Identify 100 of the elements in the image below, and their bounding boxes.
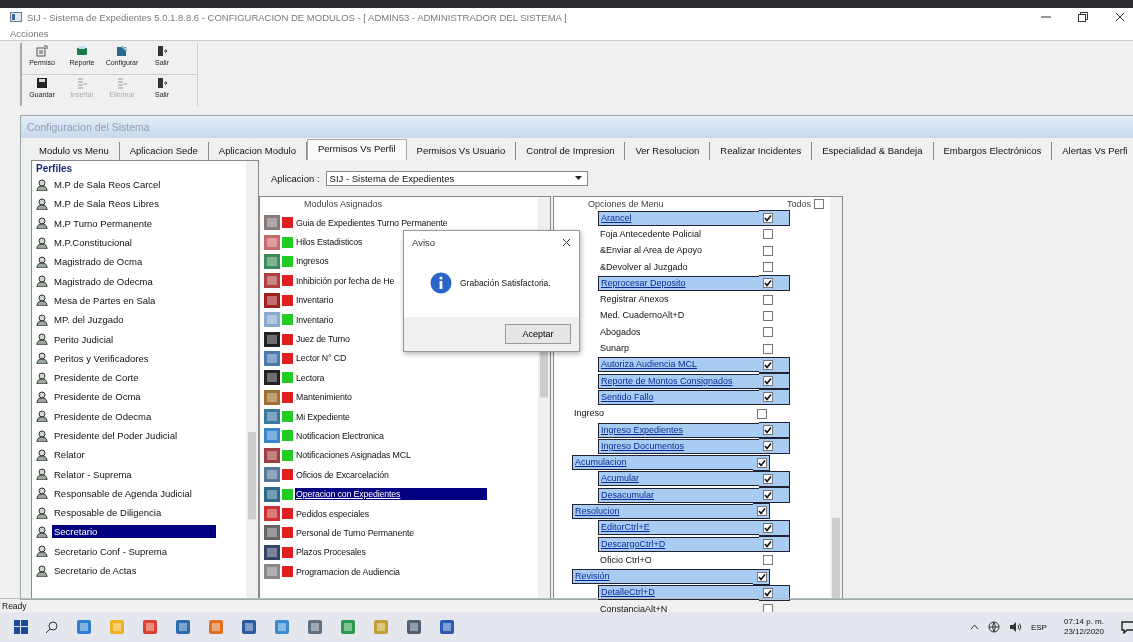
menu-option[interactable]: Sunarp (598, 342, 759, 355)
checkbox[interactable] (757, 457, 767, 468)
module-item[interactable]: Pedidos especiales (295, 507, 371, 520)
checkbox[interactable] (763, 539, 773, 550)
module-item[interactable]: Ingresos (295, 255, 330, 268)
profile-item[interactable]: Secretario (52, 525, 216, 539)
language-indicator[interactable]: ESP (1030, 622, 1047, 632)
notification-icon[interactable] (1121, 620, 1133, 634)
profile-item[interactable]: Perito Judicial (52, 332, 116, 346)
module-item[interactable]: Operacion con Expedientes (295, 488, 487, 501)
menu-option[interactable]: Reprocesar Deposito (598, 275, 759, 291)
app-icon[interactable] (406, 619, 422, 635)
menu-option[interactable]: EditorCtrl+E (598, 520, 759, 536)
module-item[interactable]: Notificacion Electronica (295, 430, 385, 442)
checkbox[interactable] (763, 294, 773, 305)
accept-button[interactable]: Aceptar (505, 324, 571, 344)
module-item[interactable]: Inventario (295, 313, 335, 326)
profile-item[interactable]: Presidente de Ocma (52, 390, 143, 404)
tab[interactable]: Control de Impresion (516, 142, 626, 160)
menu-option[interactable]: Registrar Anexos (598, 293, 759, 307)
profile-item[interactable]: Peritos y Verificadores (52, 351, 151, 365)
module-item[interactable]: Inventario (295, 294, 335, 307)
menu-option[interactable]: Acumulacion (572, 455, 753, 471)
profile-item[interactable]: Presidente de Odecma (52, 409, 154, 423)
menu-option[interactable]: Ingreso Documentos (598, 438, 759, 454)
menu-option[interactable]: DescargoCtrl+D (598, 536, 759, 552)
menu-option[interactable]: Ingreso Expedientes (598, 422, 759, 438)
profile-item[interactable]: Relator (52, 448, 87, 462)
application-dropdown[interactable]: SIJ - Sistema de Expedientes (325, 170, 588, 186)
module-item[interactable]: Lectora (295, 371, 326, 384)
checkbox[interactable] (763, 490, 773, 501)
module-item[interactable]: Guia de Expedientes Turno Permanente (295, 216, 449, 229)
checkbox[interactable] (763, 245, 773, 256)
module-item[interactable]: Personal de Turno Permanente (295, 526, 416, 539)
menu-option[interactable]: Revisión (572, 569, 753, 585)
profile-item[interactable]: Presidente del Poder Judicial (52, 429, 180, 442)
profile-item[interactable]: Magistrado de Odecma (52, 274, 155, 288)
app-icon[interactable] (142, 619, 158, 635)
menu-option[interactable]: Reporte de Montos Consignados (598, 373, 759, 389)
windows-start-icon[interactable] (14, 620, 28, 634)
menu-option[interactable]: Oficio Ctrl+O (598, 553, 759, 567)
module-item[interactable]: Inhibición por fecha de He (295, 274, 396, 287)
profile-item[interactable]: Responsable de Agenda Judicial (52, 486, 194, 500)
menu-option[interactable]: Arancel (598, 210, 759, 226)
profile-item[interactable]: Magistrado de Ocma (52, 255, 145, 269)
app-icon[interactable] (76, 619, 92, 635)
profile-item[interactable]: Mesa de Partes en Sala (52, 293, 158, 307)
menu-option[interactable]: Acumular (598, 471, 759, 487)
profile-item[interactable]: Secretario Conf - Suprema (52, 544, 169, 558)
checkbox[interactable] (763, 376, 773, 387)
checkbox[interactable] (763, 262, 773, 273)
scrollbar[interactable] (246, 161, 258, 598)
checkbox[interactable] (763, 441, 773, 452)
checkbox[interactable] (763, 327, 773, 338)
tab[interactable]: Alertas Vs Perfi (1052, 142, 1133, 160)
app-icon[interactable] (340, 619, 356, 635)
profile-item[interactable]: M.P.Constitucional (52, 236, 134, 250)
module-item[interactable]: Oficios de Excarcelación (295, 468, 390, 481)
menu-item[interactable]: Acciones (10, 27, 49, 39)
menu-option[interactable]: Autoriza Audiencia MCL (598, 357, 759, 373)
module-item[interactable]: Lector N° CD (295, 352, 348, 365)
profile-item[interactable]: Relator - Suprema (52, 467, 134, 481)
checkbox[interactable] (763, 473, 773, 484)
restore-icon[interactable] (1078, 12, 1088, 22)
checkbox[interactable] (763, 229, 773, 240)
checkbox[interactable] (763, 278, 773, 289)
close-icon[interactable] (1115, 12, 1125, 22)
menu-option[interactable]: Ingreso (572, 407, 753, 421)
tab[interactable]: Realizar Incidentes (710, 142, 813, 160)
checkbox[interactable] (763, 213, 773, 224)
app-icon[interactable] (175, 619, 191, 635)
checkbox[interactable] (763, 310, 773, 321)
menu-option[interactable]: &Enviar al Area de Apoyo (598, 244, 759, 258)
chevron-up-icon[interactable] (969, 624, 979, 630)
menu-option[interactable]: Desacumular (598, 487, 759, 503)
app-icon[interactable] (307, 619, 323, 635)
menu-option[interactable]: ConstanciaAlt+N (598, 602, 759, 616)
checkbox[interactable] (757, 408, 767, 419)
profile-item[interactable]: M.P de Sala Reos Libres (52, 197, 161, 211)
module-item[interactable]: Notificaciones Asignadas MCL (295, 449, 412, 462)
app-icon[interactable] (208, 619, 224, 635)
tab[interactable]: Especialidad & Bandeja (812, 142, 934, 160)
checkbox[interactable] (763, 555, 773, 566)
scrollbar[interactable] (830, 197, 842, 598)
menu-option[interactable]: Sentido Fallo (598, 389, 759, 405)
checkbox[interactable] (757, 506, 767, 517)
menu-option[interactable]: Med. CuadernoAlt+D (598, 309, 759, 323)
checkbox[interactable] (763, 522, 773, 533)
module-item[interactable]: Juez de Turno (295, 333, 351, 346)
checkbox[interactable] (763, 587, 773, 598)
menu-option[interactable]: &Devolver al Juzgado (598, 260, 759, 274)
tab[interactable]: Permisos Vs Usuario (406, 142, 517, 160)
profile-item[interactable]: Resposable de Diligencia (52, 506, 164, 520)
menu-option[interactable]: Foja Antecedente Policial (598, 227, 759, 241)
checkbox[interactable] (763, 392, 773, 403)
module-item[interactable]: Mantenimiento (295, 391, 353, 404)
close-icon[interactable] (562, 238, 571, 247)
menu-option[interactable]: Resolucion (572, 504, 753, 519)
profile-item[interactable]: Presidente de Corte (52, 371, 141, 385)
app-icon[interactable] (274, 619, 290, 635)
